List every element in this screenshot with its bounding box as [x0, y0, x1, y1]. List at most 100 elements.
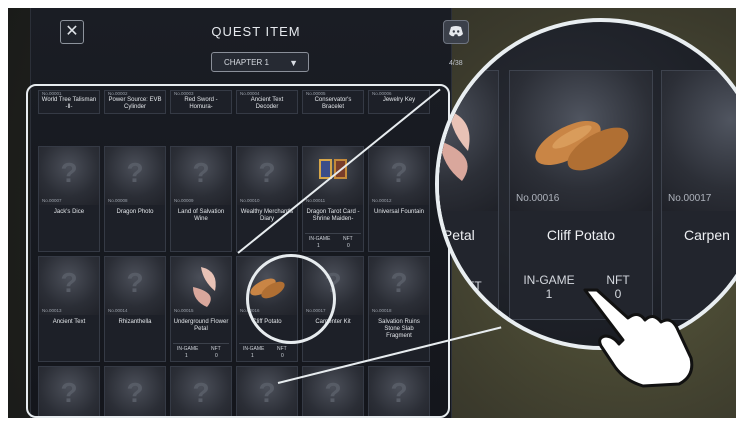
- item-image: ?: [237, 147, 297, 205]
- item-counts: IN-GAME 1 NFT 0: [173, 343, 229, 362]
- unknown-item-icon: ?: [258, 377, 276, 408]
- item-card[interactable]: No.00004 Ancient Text Decoder: [236, 90, 298, 114]
- item-name: Jack's Dice: [53, 209, 85, 215]
- unknown-item-icon: ?: [390, 267, 408, 298]
- item-card[interactable]: ?No.00022: [236, 366, 298, 416]
- item-number: No.00011: [306, 198, 326, 203]
- ingame-value: 1: [185, 353, 188, 359]
- item-image: ?: [171, 147, 231, 205]
- item-card[interactable]: ?No.00021: [170, 366, 232, 416]
- nft-value: 0: [347, 243, 350, 249]
- item-card[interactable]: ? No.00013 Ancient Text: [38, 256, 100, 362]
- item-card[interactable]: ? No.00012 Universal Fountain: [368, 146, 430, 252]
- chapter-dropdown[interactable]: CHAPTER 1 ▼: [211, 52, 309, 72]
- nft-label: NFT: [277, 346, 287, 352]
- item-counts: IN-GAME 1 NFT 0: [305, 233, 361, 252]
- zoom-right-no: No.00017: [668, 193, 712, 204]
- item-image: ?: [369, 367, 429, 416]
- item-name: Underground Flower Petal: [173, 319, 229, 332]
- item-image: [171, 257, 231, 315]
- item-name: Red Sword -Homura-: [184, 97, 218, 110]
- item-number: No.00002: [108, 91, 128, 96]
- item-card[interactable]: ? No.00008 Dragon Photo: [104, 146, 166, 252]
- item-card[interactable]: No.00002 Power Source: EVB Cylinder: [104, 90, 166, 114]
- zoom-left-name: round Petal: [439, 227, 475, 243]
- unknown-item-icon: ?: [60, 157, 78, 188]
- item-image: ?: [171, 367, 231, 416]
- item-number: No.00018: [372, 308, 392, 313]
- item-card[interactable]: ?No.00019: [38, 366, 100, 416]
- item-name: Universal Fountain: [373, 209, 425, 215]
- item-number: No.00008: [108, 198, 128, 203]
- item-number: No.00003: [174, 91, 194, 96]
- nft-label: NFT: [343, 236, 353, 242]
- item-image: ?: [39, 257, 99, 315]
- item-image: ?: [39, 147, 99, 205]
- item-number: No.00006: [372, 91, 392, 96]
- unknown-item-icon: ?: [60, 377, 78, 408]
- item-card[interactable]: No.00003 Red Sword -Homura-: [170, 90, 232, 114]
- zoom-right-name: Carpen: [684, 227, 730, 243]
- item-card[interactable]: No.00015 Underground Flower Petal IN-GAME 1…: [170, 256, 232, 362]
- unknown-item-icon: ?: [324, 377, 342, 408]
- page-title: QUEST ITEM: [211, 24, 301, 39]
- item-number: No.00015: [174, 308, 194, 313]
- ingame-label: IN-GAME: [243, 346, 265, 352]
- ingame-label: IN-GAME: [309, 236, 331, 242]
- pointing-hand-icon: [583, 288, 694, 388]
- item-card[interactable]: ? No.00007 Jack's Dice: [38, 146, 100, 252]
- game-screen: ✕ QUEST ITEM CHAPTER 1 ▼ 4/38 No.00001 Wo…: [8, 8, 736, 418]
- petal-image: [439, 71, 498, 211]
- chapter-label: CHAPTER 1: [224, 58, 269, 67]
- cliff-potato-image: [510, 71, 652, 211]
- unknown-item-icon: ?: [258, 157, 276, 188]
- item-name: Ancient Text: [52, 319, 86, 325]
- selection-circle: [246, 254, 336, 344]
- item-number: No.00012: [372, 198, 392, 203]
- unknown-item-icon: ?: [126, 267, 144, 298]
- nft-label: NFT: [211, 346, 221, 352]
- item-card[interactable]: ?No.00024: [368, 366, 430, 416]
- item-card[interactable]: No.00011 Dragon Tarot Card -Shrine Maiden…: [302, 146, 364, 252]
- item-number: No.00005: [306, 91, 326, 96]
- item-name: Dragon Tarot Card -Shrine Maiden-: [306, 209, 360, 222]
- unknown-item-icon: ?: [126, 377, 144, 408]
- item-card[interactable]: ? No.00009 Land of Salvation Wine: [170, 146, 232, 252]
- item-name: Ancient Text Decoder: [250, 97, 284, 110]
- item-image: ?: [369, 147, 429, 205]
- zoom-card-cliff-potato[interactable]: No.00016 Cliff Potato IN-GAME 1 NFT 0: [509, 70, 653, 320]
- item-counts: IN-GAME 1 NFT 0: [239, 343, 295, 362]
- item-number: No.00014: [108, 308, 128, 313]
- item-name: Power Source: EVB Cylinder: [108, 97, 162, 110]
- item-card[interactable]: ? No.00014 Rhizanthella: [104, 256, 166, 362]
- zoom-right-image: [662, 71, 736, 211]
- item-number: No.00001: [42, 91, 62, 96]
- item-number: No.00013: [42, 308, 62, 313]
- item-number: No.00004: [240, 91, 260, 96]
- unknown-item-icon: ?: [60, 267, 78, 298]
- discord-button[interactable]: [443, 20, 469, 44]
- zoom-ingame: IN-GAME 1: [523, 273, 575, 301]
- item-name: Jewelry Key: [382, 97, 416, 103]
- unknown-item-icon: ?: [390, 157, 408, 188]
- item-image: ?: [369, 257, 429, 315]
- ingame-value: 1: [317, 243, 320, 249]
- unknown-item-icon: ?: [192, 157, 210, 188]
- item-name: Dragon Photo: [116, 209, 154, 215]
- zoom-left-nft: NFT 0: [458, 279, 482, 307]
- nft-value: 0: [215, 353, 218, 359]
- item-number: No.00009: [174, 198, 194, 203]
- petal-art: [440, 111, 470, 181]
- close-button[interactable]: ✕: [60, 20, 84, 44]
- item-card[interactable]: ? No.00010 Wealthy Merchant's Diary: [236, 146, 298, 252]
- zoom-card-right: No.00017 Carpen: [661, 70, 736, 320]
- item-name: World Tree Talisman -Ⅱ-: [41, 97, 97, 110]
- item-card[interactable]: No.00005 Conservator's Bracelet: [302, 90, 364, 114]
- item-name: Land of Salvation Wine: [177, 209, 225, 222]
- item-name: Conservator's Bracelet: [314, 97, 352, 110]
- item-card[interactable]: No.00001 World Tree Talisman -Ⅱ-: [38, 90, 100, 114]
- item-card[interactable]: ?No.00020: [104, 366, 166, 416]
- ingame-value: 1: [251, 353, 254, 359]
- unknown-item-icon: ?: [192, 377, 210, 408]
- item-number: No.00010: [240, 198, 260, 203]
